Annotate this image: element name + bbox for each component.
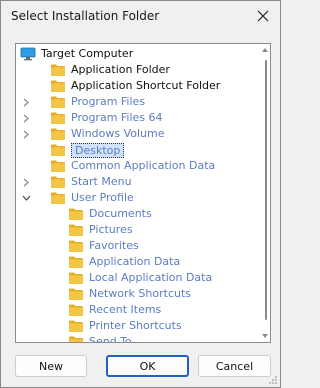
folder-icon (68, 223, 84, 237)
scroll-up-icon[interactable] (261, 47, 269, 53)
folder-icon (68, 271, 84, 285)
cancel-button[interactable]: Cancel (198, 355, 271, 377)
resize-grip-icon[interactable] (268, 375, 278, 385)
folder-icon (68, 255, 84, 269)
tree-item-label: Application Shortcut Folder (71, 79, 221, 92)
folder-icon (50, 143, 66, 157)
dialog-title: Select Installation Folder (11, 9, 160, 23)
tree-item-label: Desktop (71, 142, 125, 158)
chevron-right-icon[interactable] (21, 174, 31, 190)
tree-item-application-folder[interactable]: Application Folder (50, 62, 170, 78)
tree-item-pictures[interactable]: Pictures (68, 222, 133, 238)
tree-item-program-files-64[interactable]: Program Files 64 (50, 110, 163, 126)
tree-item-desktop[interactable]: Desktop (50, 142, 125, 158)
folder-icon (68, 319, 84, 333)
folder-icon (50, 111, 66, 125)
tree-item-printer-shortcuts[interactable]: Printer Shortcuts (68, 318, 182, 334)
scrollbar-thumb[interactable] (265, 60, 267, 320)
tree-item-user-profile[interactable]: User Profile (50, 190, 134, 206)
folder-icon (68, 303, 84, 317)
folder-icon (50, 191, 66, 205)
computer-icon (20, 47, 36, 61)
scroll-down-icon[interactable] (261, 333, 269, 339)
folder-icon (50, 159, 66, 173)
tree-item-label: Network Shortcuts (89, 287, 192, 300)
tree-item-label: Favorites (89, 239, 139, 252)
folder-icon (50, 95, 66, 109)
chevron-down-icon[interactable] (21, 190, 31, 206)
tree-item-label: Program Files 64 (71, 111, 163, 124)
folder-icon (50, 79, 66, 93)
chevron-right-icon[interactable] (21, 110, 31, 126)
tree-item-common-application-data[interactable]: Common Application Data (50, 158, 215, 174)
folder-icon (50, 127, 66, 141)
tree-item-target-computer[interactable]: Target Computer (20, 46, 133, 62)
tree-item-label: Send To (89, 335, 132, 343)
tree-item-windows-volume[interactable]: Windows Volume (50, 126, 165, 142)
tree-item-label: Program Files (71, 95, 146, 108)
tree-item-label: Target Computer (41, 47, 134, 60)
tree-item-start-menu[interactable]: Start Menu (50, 174, 132, 190)
folder-icon (68, 239, 84, 253)
tree-item-label: Printer Shortcuts (89, 319, 182, 332)
chevron-right-icon[interactable] (21, 126, 31, 142)
select-folder-dialog: Select Installation Folder Target Comput… (0, 0, 281, 388)
tree-item-label: Start Menu (71, 175, 132, 188)
tree-item-program-files[interactable]: Program Files (50, 94, 145, 110)
tree-item-label: Application Data (89, 255, 181, 268)
tree-item-recent-items[interactable]: Recent Items (68, 302, 161, 318)
tree-item-label: Local Application Data (89, 271, 213, 284)
chevron-right-icon[interactable] (21, 94, 31, 110)
tree-item-label: Common Application Data (71, 159, 216, 172)
close-icon (257, 10, 269, 22)
folder-icon (68, 335, 84, 342)
folder-icon (68, 287, 84, 301)
tree-item-label: Recent Items (89, 303, 162, 316)
tree-item-application-data[interactable]: Application Data (68, 254, 180, 270)
tree-item-label: Pictures (89, 223, 133, 236)
folder-tree[interactable]: Target Computer Application Folder Applica… (15, 43, 271, 343)
folder-icon (68, 207, 84, 221)
title-bar: Select Installation Folder (1, 1, 280, 31)
tree-item-application-shortcut-folder[interactable]: Application Shortcut Folder (50, 78, 220, 94)
folder-icon (50, 175, 66, 189)
close-button[interactable] (250, 4, 276, 28)
tree-item-local-application-data[interactable]: Local Application Data (68, 270, 212, 286)
tree-item-documents[interactable]: Documents (68, 206, 152, 222)
tree-item-label: Application Folder (71, 63, 170, 76)
tree-item-favorites[interactable]: Favorites (68, 238, 139, 254)
tree-item-send-to[interactable]: Send To (68, 334, 132, 343)
tree-item-label: Windows Volume (71, 127, 165, 140)
folder-icon (50, 63, 66, 77)
ok-button[interactable]: OK (106, 355, 189, 377)
new-button[interactable]: New (15, 355, 87, 377)
tree-item-label: Documents (89, 207, 152, 220)
tree-item-network-shortcuts[interactable]: Network Shortcuts (68, 286, 191, 302)
tree-item-label: User Profile (71, 191, 134, 204)
